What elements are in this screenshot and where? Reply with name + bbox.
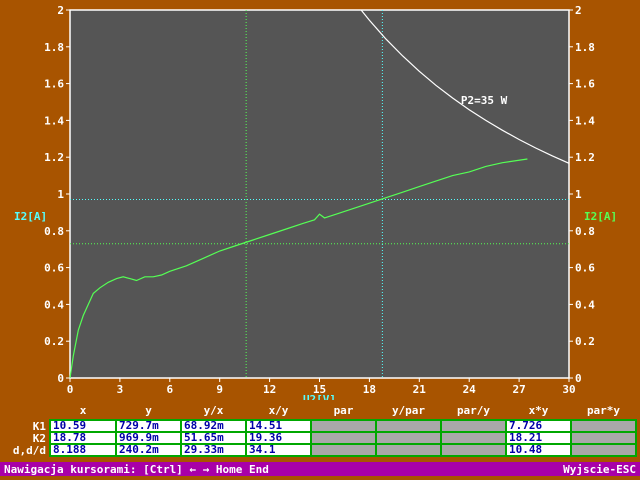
table-column-bg — [376, 420, 441, 456]
y-tick-label-right: 1.8 — [575, 41, 595, 54]
y-tick-label-left: 1.6 — [44, 78, 64, 91]
y-tick-label-left: 0.8 — [44, 225, 64, 238]
col-header-x: x — [79, 404, 87, 417]
table-cell: 34.1 — [249, 443, 276, 456]
col-header-y: y — [145, 404, 152, 417]
y-tick-label-left: 1 — [57, 188, 64, 201]
table-cell: 29.33m — [184, 443, 224, 456]
y-tick-label-right: 0.8 — [575, 225, 595, 238]
table-vline — [375, 419, 377, 457]
y-tick-label-left: 1.2 — [44, 151, 64, 164]
status-bar: Nawigacja kursorami: [Ctrl] ← → Home End… — [0, 462, 640, 476]
x-axis-label: U2[V] — [303, 393, 336, 400]
table-column-bg — [311, 420, 376, 456]
y-tick-label-left: 2 — [57, 4, 64, 17]
y-tick-label-right: 1.2 — [575, 151, 595, 164]
y-tick-label-left: 0.4 — [44, 298, 64, 311]
x-tick-label: 30 — [562, 383, 575, 396]
col-header-par*y: par*y — [586, 404, 621, 417]
y-tick-label-right: 1.4 — [575, 114, 595, 127]
y-tick-label-left: 0 — [57, 372, 64, 385]
x-tick-label: 12 — [263, 383, 276, 396]
y-tick-label-left: 1.8 — [44, 41, 64, 54]
x-tick-label: 21 — [413, 383, 427, 396]
y-tick-label-right: 2 — [575, 4, 582, 17]
y-tick-label-right: 0 — [575, 372, 582, 385]
table-cell: 10.48 — [509, 443, 543, 456]
y-tick-label-right: 0.4 — [575, 298, 595, 311]
table-vline — [635, 419, 637, 457]
table-column-bg — [441, 420, 506, 456]
x-tick-label: 27 — [512, 383, 525, 396]
col-header-y/par: y/par — [391, 404, 426, 417]
y-tick-label-right: 0.2 — [575, 335, 595, 348]
x-tick-label: 0 — [67, 383, 74, 396]
navigation-hint: Nawigacja kursorami: [Ctrl] ← → Home End — [4, 463, 269, 476]
table-vline — [440, 419, 442, 457]
col-header-x*y: x*y — [528, 404, 549, 417]
exit-hint[interactable]: Wyjscie-ESC — [563, 463, 636, 476]
y-axis-label-right: I2[A] — [584, 210, 617, 223]
row-label-ddd: d,d/d — [12, 444, 46, 457]
col-header-par: par — [333, 404, 354, 417]
y-tick-label-left: 0.6 — [44, 262, 64, 275]
col-header-par/y: par/y — [456, 404, 491, 417]
x-tick-label: 24 — [463, 383, 477, 396]
table-cell: 8.188 — [53, 443, 87, 456]
y-tick-label-right: 0.6 — [575, 262, 595, 275]
x-tick-label: 3 — [117, 383, 124, 396]
y-tick-label-right: 1.6 — [575, 78, 595, 91]
y-tick-label-left: 1.4 — [44, 114, 64, 127]
col-header-y/x: y/x — [203, 404, 224, 417]
col-header-x/y: x/y — [268, 404, 289, 417]
table-cell: 240.2m — [119, 443, 159, 456]
plot-area — [69, 9, 570, 379]
y-tick-label-right: 1 — [575, 188, 582, 201]
table-column-bg — [571, 420, 636, 456]
x-tick-label: 6 — [166, 383, 173, 396]
y-axis-label-left: I2[A] — [14, 210, 47, 223]
series-label: P2=35 W — [461, 94, 508, 107]
x-tick-label: 9 — [216, 383, 223, 396]
chart: P2=35 W0 3 6 9 12 15 18 21 24 27 300 00.2 0.20.4 0.40… — [14, 4, 617, 400]
x-tick-label: 18 — [363, 383, 376, 396]
y-tick-label-left: 0.2 — [44, 335, 64, 348]
